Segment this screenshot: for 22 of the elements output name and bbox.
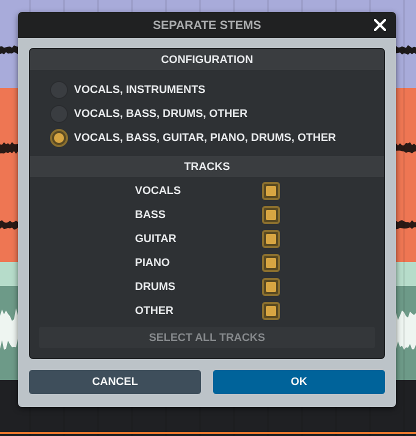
close-icon[interactable] — [374, 19, 386, 31]
section-header: TRACKS — [30, 156, 384, 177]
checkbox[interactable] — [262, 206, 280, 224]
track-label: DRUMS — [135, 281, 176, 293]
track-label: PIANO — [135, 257, 171, 269]
track-label: BASS — [135, 209, 167, 221]
checkbox[interactable] — [262, 254, 280, 272]
dialog-title: SEPARATE STEMS — [152, 18, 262, 32]
ok-button[interactable]: OK — [213, 370, 385, 394]
option-label: VOCALS, INSTRUMENTS — [74, 84, 206, 96]
checkbox[interactable] — [262, 230, 280, 248]
cancel-button[interactable]: CANCEL — [29, 370, 201, 394]
track-label: VOCALS — [135, 185, 182, 197]
radio-button[interactable] — [50, 129, 68, 147]
section-header: CONFIGURATION — [30, 49, 384, 70]
option-label: VOCALS, BASS, DRUMS, OTHER — [74, 108, 248, 120]
checkbox[interactable] — [262, 302, 280, 320]
checkbox[interactable] — [262, 278, 280, 296]
checkbox[interactable] — [262, 182, 280, 200]
option-label: VOCALS, BASS, GUITAR, PIANO, DRUMS, OTHER — [74, 132, 336, 144]
track-label: OTHER — [135, 305, 174, 317]
track-label: GUITAR — [135, 233, 178, 245]
